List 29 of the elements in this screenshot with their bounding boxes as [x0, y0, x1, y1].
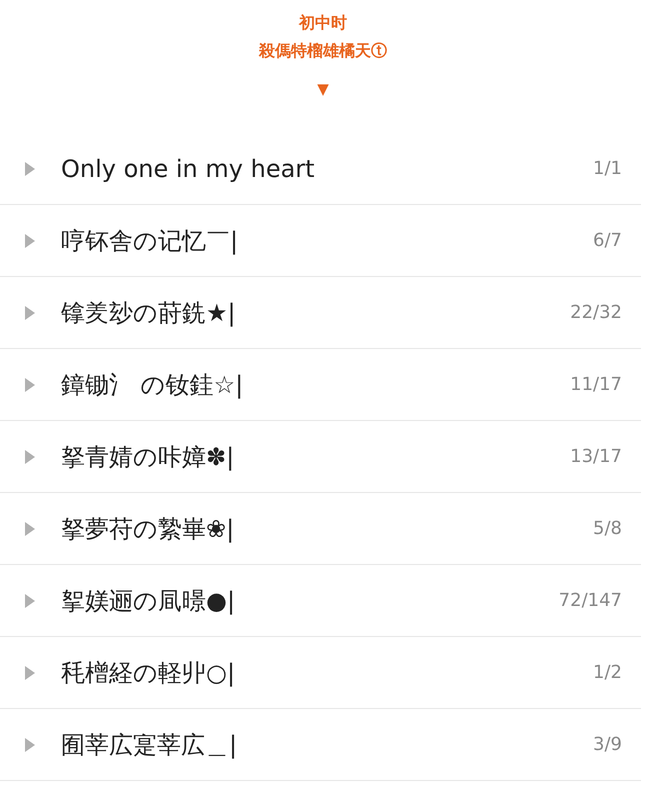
group-count: 13/17	[570, 446, 622, 467]
group-count: 5/8	[593, 518, 622, 539]
group-name: 镎羑玅の莳銑★|	[61, 298, 237, 328]
group-count: 3/9	[593, 734, 622, 755]
group-name: Only one in my heart	[61, 154, 316, 182]
group-name: 鏱锄氵 の钕銈☆|	[61, 370, 244, 400]
group-name: 挐媄逦の凬暻●|	[61, 586, 236, 616]
group-row[interactable]: 鏱锄氵 の钕銈☆| 11/17	[0, 349, 641, 421]
group-row[interactable]: 拏青婧の咔嫜✽| 13/17	[0, 421, 641, 493]
group-name: 秏橧経の軽丱○|	[61, 658, 236, 688]
group-count: 22/32	[570, 302, 622, 323]
group-name: 囿莘広寔莘広＿|	[61, 730, 238, 760]
group-row[interactable]: Only one in my heart 1/1	[0, 133, 641, 205]
group-row[interactable]: 囿莘広寔莘広＿| 3/9	[0, 709, 641, 781]
group-name: 拏夢苻の縶崋❀|	[61, 514, 236, 544]
header-title: 初中时	[299, 12, 347, 34]
group-row[interactable]: 挐媄逦の凬暻●| 72/147	[0, 565, 641, 637]
group-name: 拏青婧の咔嫜✽|	[61, 442, 236, 472]
group-count: 6/7	[593, 230, 622, 251]
group-count: 1/2	[593, 662, 622, 683]
header-subtitle: 殺傌特榴雄橘天ⓣ	[259, 40, 387, 62]
group-row[interactable]: 秏橧経の軽丱○| 1/2	[0, 637, 641, 709]
group-name: 哼钚舎の记忆￣|	[61, 226, 240, 256]
group-count: 11/17	[570, 374, 622, 395]
group-row[interactable]: 镎羑玅の莳銑★| 22/32	[0, 277, 641, 349]
group-row[interactable]: 拏夢苻の縶崋❀| 5/8	[0, 493, 641, 565]
group-count: 1/1	[593, 158, 622, 179]
group-row[interactable]: 哼钚舎の记忆￣| 6/7	[0, 205, 641, 277]
group-count: 72/147	[558, 590, 622, 611]
